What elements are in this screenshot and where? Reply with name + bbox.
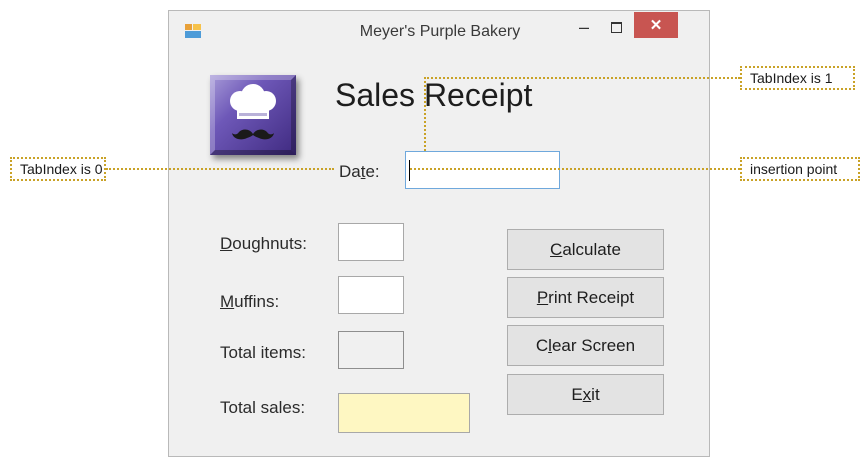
callout-tabindex-1-leader-h (424, 77, 740, 79)
total-sales-output (338, 393, 470, 433)
date-label: Date: (339, 162, 380, 181)
callout-tabindex-0: TabIndex is 0 (10, 157, 106, 181)
date-input[interactable] (405, 151, 560, 189)
muffins-input[interactable] (338, 276, 404, 314)
clear-screen-button[interactable]: Cl ear Screen (507, 325, 664, 366)
callout-tabindex-0-leader (106, 168, 334, 170)
maximize-icon (610, 21, 622, 33)
print-receipt-button[interactable]: Print Receipt (507, 277, 664, 318)
exit-button[interactable]: Ex it (507, 374, 664, 415)
callout-insertion-point-leader (410, 168, 740, 170)
calculate-button[interactable]: Calculate (507, 229, 664, 270)
muffins-label: Muffins: (220, 292, 280, 311)
doughnuts-input[interactable] (338, 223, 404, 261)
total-items-label: Total items: (220, 343, 306, 362)
total-sales-label: Total sales: (220, 398, 306, 417)
minimize-icon: – (578, 16, 589, 37)
title-bar[interactable]: Meyer's Purple Bakery – ✕ (169, 11, 709, 55)
close-button[interactable]: ✕ (634, 12, 678, 38)
callout-tabindex-1-leader-v (424, 77, 426, 151)
callout-tabindex-1: TabIndex is 1 (740, 66, 855, 90)
close-icon: ✕ (649, 17, 663, 34)
doughnuts-label: Doughnuts: (220, 234, 307, 253)
total-items-output (338, 331, 404, 369)
insertion-point-caret (409, 160, 410, 181)
chef-logo-picture (210, 75, 296, 155)
page-title: Sales Receipt (335, 77, 533, 113)
form-client-area: Sales Receipt Date: Doughnuts: Muffins: … (177, 55, 701, 451)
minimize-button[interactable]: – (569, 13, 599, 41)
chef-hat-mustache-icon (230, 84, 276, 140)
callout-insertion-point: insertion point (740, 157, 860, 181)
maximize-button[interactable] (601, 13, 631, 41)
